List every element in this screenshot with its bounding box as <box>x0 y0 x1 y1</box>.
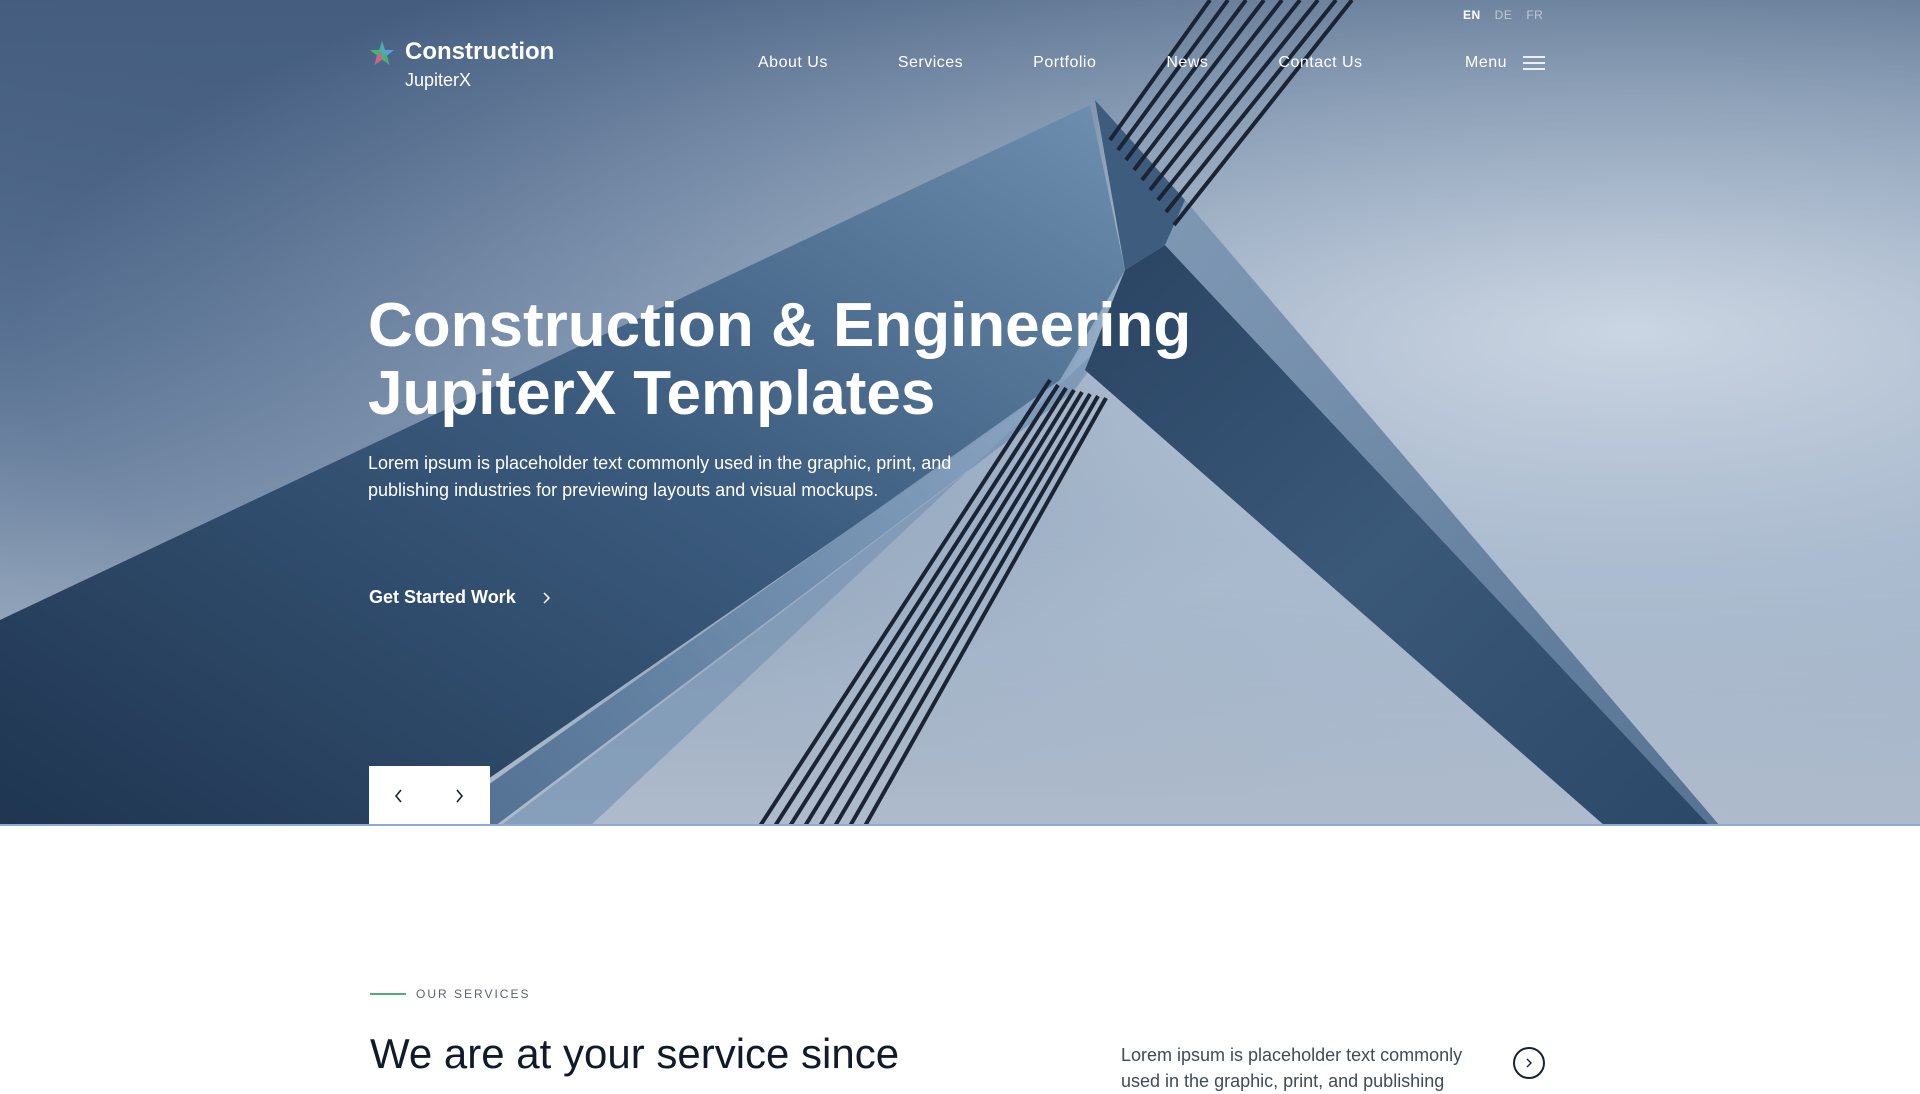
eyebrow-divider <box>370 993 406 995</box>
services-eyebrow: OUR SERVICES <box>370 987 530 1001</box>
slider-controls <box>369 766 490 826</box>
hero-title-line-1: Construction & Engineering <box>368 291 1192 360</box>
menu-toggle[interactable]: Menu <box>1465 54 1546 72</box>
slider-next-button[interactable] <box>429 766 489 826</box>
get-started-button[interactable]: Get Started Work <box>369 587 552 608</box>
nav-news[interactable]: News <box>1166 54 1208 72</box>
site-logo[interactable]: Construction JupiterX <box>369 38 554 92</box>
star-logo-icon <box>370 41 394 65</box>
menu-label: Menu <box>1465 54 1508 71</box>
eyebrow-label: OUR SERVICES <box>416 987 531 1001</box>
language-fr[interactable]: FR <box>1526 8 1543 22</box>
chevron-right-icon <box>456 789 464 803</box>
services-heading: We are at your service since <box>370 1030 900 1077</box>
nav-portfolio[interactable]: Portfolio <box>1033 54 1096 72</box>
chevron-left-icon <box>394 789 402 803</box>
nav-contact-us[interactable]: Contact Us <box>1278 54 1362 72</box>
hero-title: Construction & Engineering JupiterX Temp… <box>368 292 1268 428</box>
language-switcher: EN DE FR <box>1463 8 1543 22</box>
chevron-right-icon <box>543 591 550 604</box>
services-description: Lorem ipsum is placeholder text commonly… <box>1121 1045 1463 1091</box>
language-de[interactable]: DE <box>1495 8 1513 22</box>
logo-title: Construction <box>405 38 555 65</box>
logo-subtitle: JupiterX <box>405 70 472 90</box>
language-en[interactable]: EN <box>1463 8 1481 22</box>
hero-description: Lorem ipsum is placeholder text commonly… <box>368 453 952 500</box>
get-started-label: Get Started Work <box>369 587 516 607</box>
hero-title-line-2: JupiterX Templates <box>368 359 936 428</box>
chevron-right-icon <box>1526 1058 1532 1068</box>
main-nav: About Us Services Portfolio News Contact… <box>758 54 1363 72</box>
nav-services[interactable]: Services <box>898 54 963 72</box>
slider-prev-button[interactable] <box>369 766 429 826</box>
services-more-button[interactable] <box>1513 1047 1545 1079</box>
hamburger-icon <box>1523 56 1546 70</box>
hero-banner: EN DE FR Construction JupiterX About Us … <box>0 0 1920 826</box>
nav-about-us[interactable]: About Us <box>758 54 828 72</box>
